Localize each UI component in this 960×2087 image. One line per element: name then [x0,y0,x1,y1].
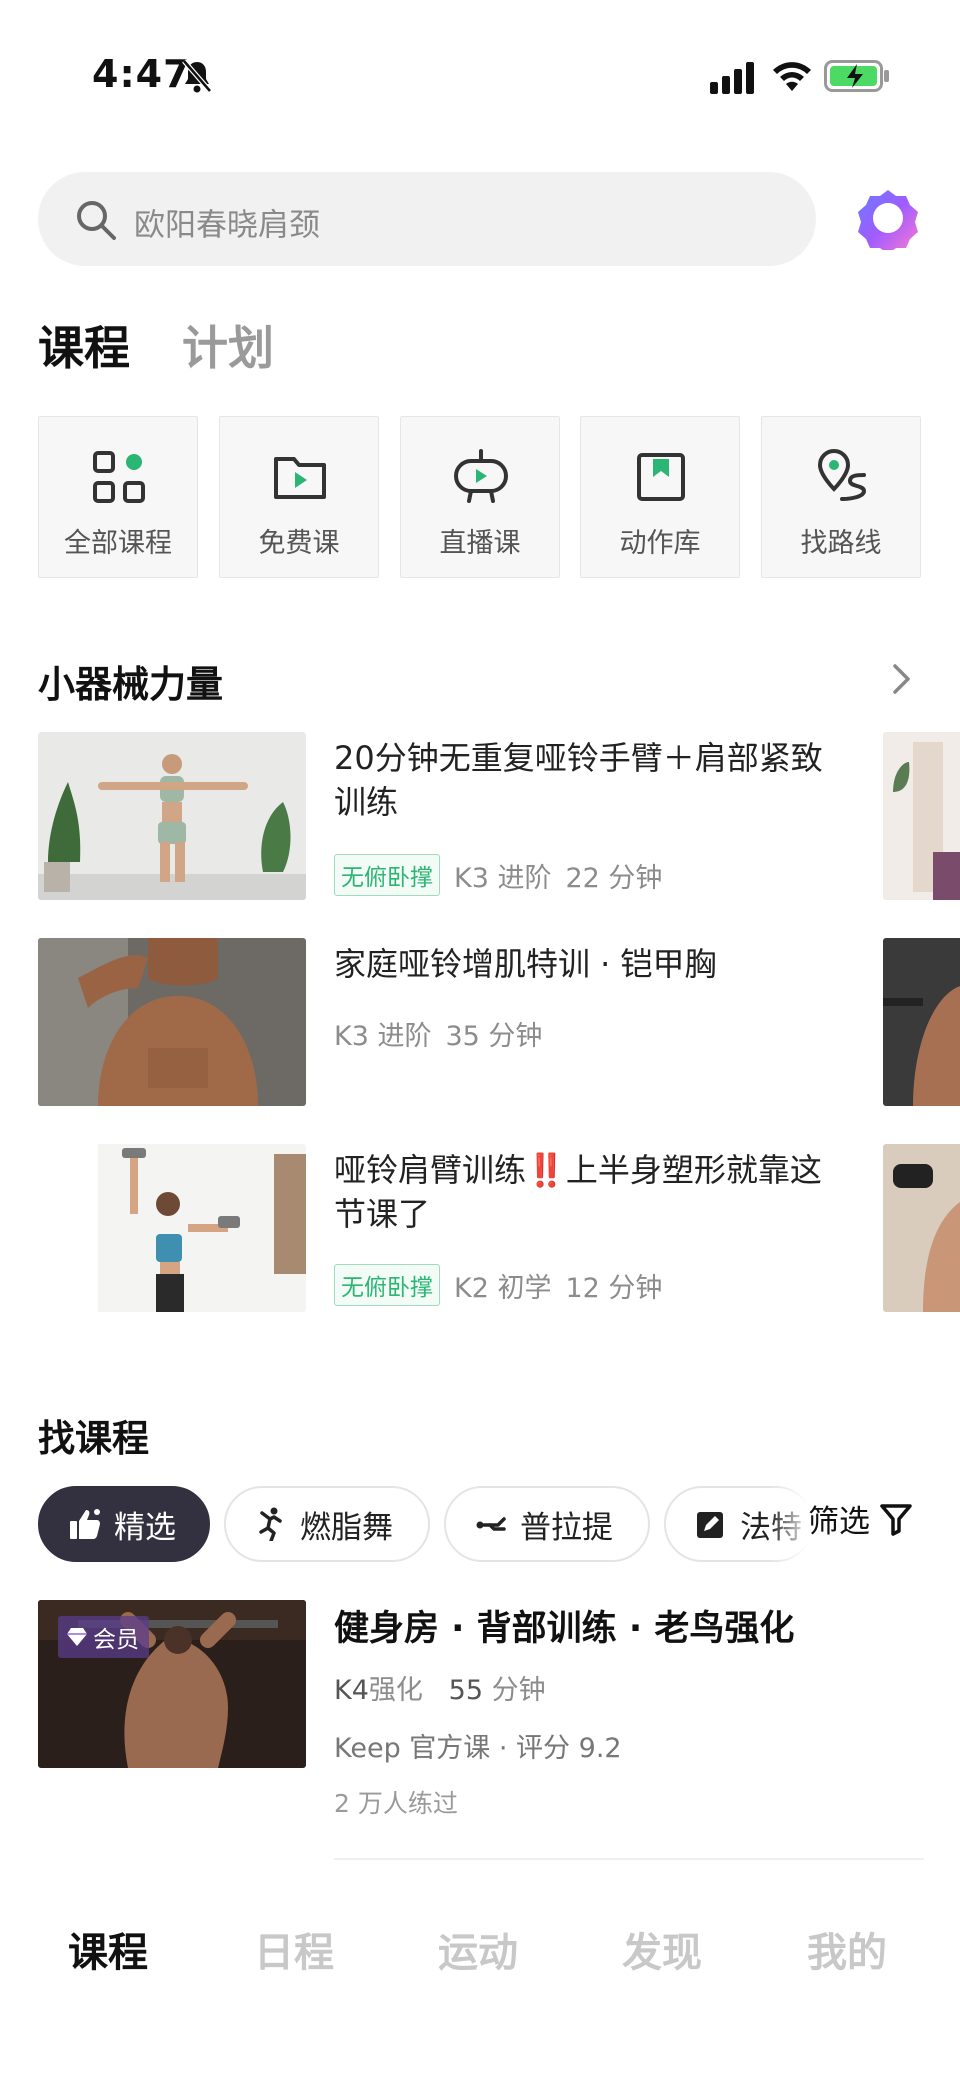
chip-label: 普拉提 [520,1509,613,1546]
course-level: K3 进阶 [334,1021,432,1052]
course-thumbnail-partial[interactable] [883,938,960,1106]
course-thumbnail-partial[interactable] [883,1144,960,1312]
divider [334,1858,924,1860]
thumbs-up-icon [70,1509,100,1539]
course-image-woman-arms-out [38,732,306,900]
battery-charging-icon [824,60,889,92]
search-icon [77,201,116,240]
category-all-courses[interactable]: 全部课程 [38,416,198,578]
diamond-icon [67,1628,87,1646]
bookmark-icon [637,453,685,501]
status-time: 4:47 [92,52,191,96]
featured-course-thumbnail[interactable]: 会员 [38,1600,306,1768]
live-tv-icon [454,449,508,503]
tab-plans[interactable]: 计划 [182,312,274,378]
category-live[interactable]: 直播课 [400,416,560,578]
nav-schedule[interactable]: 日程 [254,1920,334,1978]
route-pin-icon [817,448,867,501]
status-bar: 4:47 [0,0,960,150]
course-image-woman-dumbbells [38,1144,306,1312]
ai-assistant-icon[interactable] [856,186,920,250]
course-image-man-chest [38,938,306,1106]
featured-course-title[interactable]: 健身房 · 背部训练 · 老鸟强化 [334,1600,794,1651]
category-free[interactable]: 免费课 [219,416,379,578]
chip-dance[interactable]: 燃脂舞 [224,1486,430,1562]
bell-muted-icon [182,59,212,93]
course-image-partial [883,732,960,900]
course-level: K3 进阶 [454,862,552,894]
featured-course-count: 2 万人练过 [334,1789,458,1818]
course-thumbnail[interactable] [38,1144,306,1312]
category-label: 全部课程 [64,528,172,559]
course-duration: 35 分钟 [445,1021,543,1052]
course-title[interactable]: 哑铃肩臂训练‼️上半身塑形就靠这节课了 [334,1148,824,1236]
course-thumbnail[interactable] [38,732,306,900]
chip-fade [770,1480,810,1570]
chip-featured[interactable]: 精选 [38,1486,210,1562]
search-placeholder: 欧阳春晓肩颈 [134,207,320,244]
category-label: 找路线 [800,528,882,559]
course-image-partial [883,938,960,1106]
chip-label: 精选 [114,1509,176,1546]
featured-course-meta: K4强化 55 分钟 [334,1668,546,1707]
course-meta: 无俯卧撑 K3 进阶 22 分钟 [334,854,662,896]
course-duration: 12 分钟 [565,1272,663,1304]
section-title-small-equipment: 小器械力量 [38,663,223,706]
nav-me[interactable]: 我的 [807,1920,887,1978]
category-label: 直播课 [439,528,521,559]
dance-icon [259,1507,282,1541]
level-code: K4 [334,1675,369,1706]
course-tag: 无俯卧撑 [334,1264,440,1306]
section-title-find-courses: 找课程 [38,1417,149,1460]
course-duration: 22 分钟 [565,862,663,894]
pen-icon [697,1512,723,1538]
course-meta: K3 进阶 35 分钟 [334,1014,542,1053]
chevron-right-icon[interactable] [890,662,914,696]
cellular-signal-icon [710,62,754,94]
category-find-route[interactable]: 找路线 [761,416,921,578]
filter-funnel-icon [880,1503,912,1536]
level-text: 强化 [368,1675,423,1706]
nav-courses[interactable]: 课程 [68,1920,148,1978]
course-image-partial [883,1144,960,1312]
nav-sports[interactable]: 运动 [438,1920,518,1978]
category-label: 免费课 [258,528,340,559]
vip-badge: 会员 [58,1616,149,1658]
bottom-nav: 课程 日程 运动 发现 我的 [0,1880,960,2087]
course-level: K2 初学 [454,1272,552,1304]
course-tag: 无俯卧撑 [334,854,440,896]
category-label: 动作库 [619,528,701,559]
course-thumbnail[interactable] [38,938,306,1106]
play-folder-icon [274,457,326,499]
course-title[interactable]: 20分钟无重复哑铃手臂＋肩部紧致训练 [334,736,824,824]
course-thumbnail-partial[interactable] [883,732,960,900]
grid-icon [93,451,145,503]
filter-button[interactable]: 筛选 [806,1496,914,1541]
featured-course-source: Keep 官方课 · 评分 9.2 [334,1733,622,1764]
chip-label: 燃脂舞 [300,1509,393,1546]
search-input[interactable]: 欧阳春晓肩颈 [38,172,816,266]
course-title[interactable]: 家庭哑铃增肌特训 · 铠甲胸 [334,942,824,986]
nav-discover[interactable]: 发现 [622,1920,702,1978]
chip-pilates[interactable]: 普拉提 [444,1486,650,1562]
course-meta: 无俯卧撑 K2 初学 12 分钟 [334,1264,662,1306]
vip-badge-label: 会员 [93,1627,139,1653]
category-exercise-library[interactable]: 动作库 [580,416,740,578]
tab-courses[interactable]: 课程 [38,312,130,378]
wifi-icon [773,62,811,91]
pilates-icon [476,1517,506,1531]
filter-label: 筛选 [808,1504,870,1540]
duration-number: 55 [448,1675,483,1706]
duration-unit: 分钟 [491,1675,546,1706]
